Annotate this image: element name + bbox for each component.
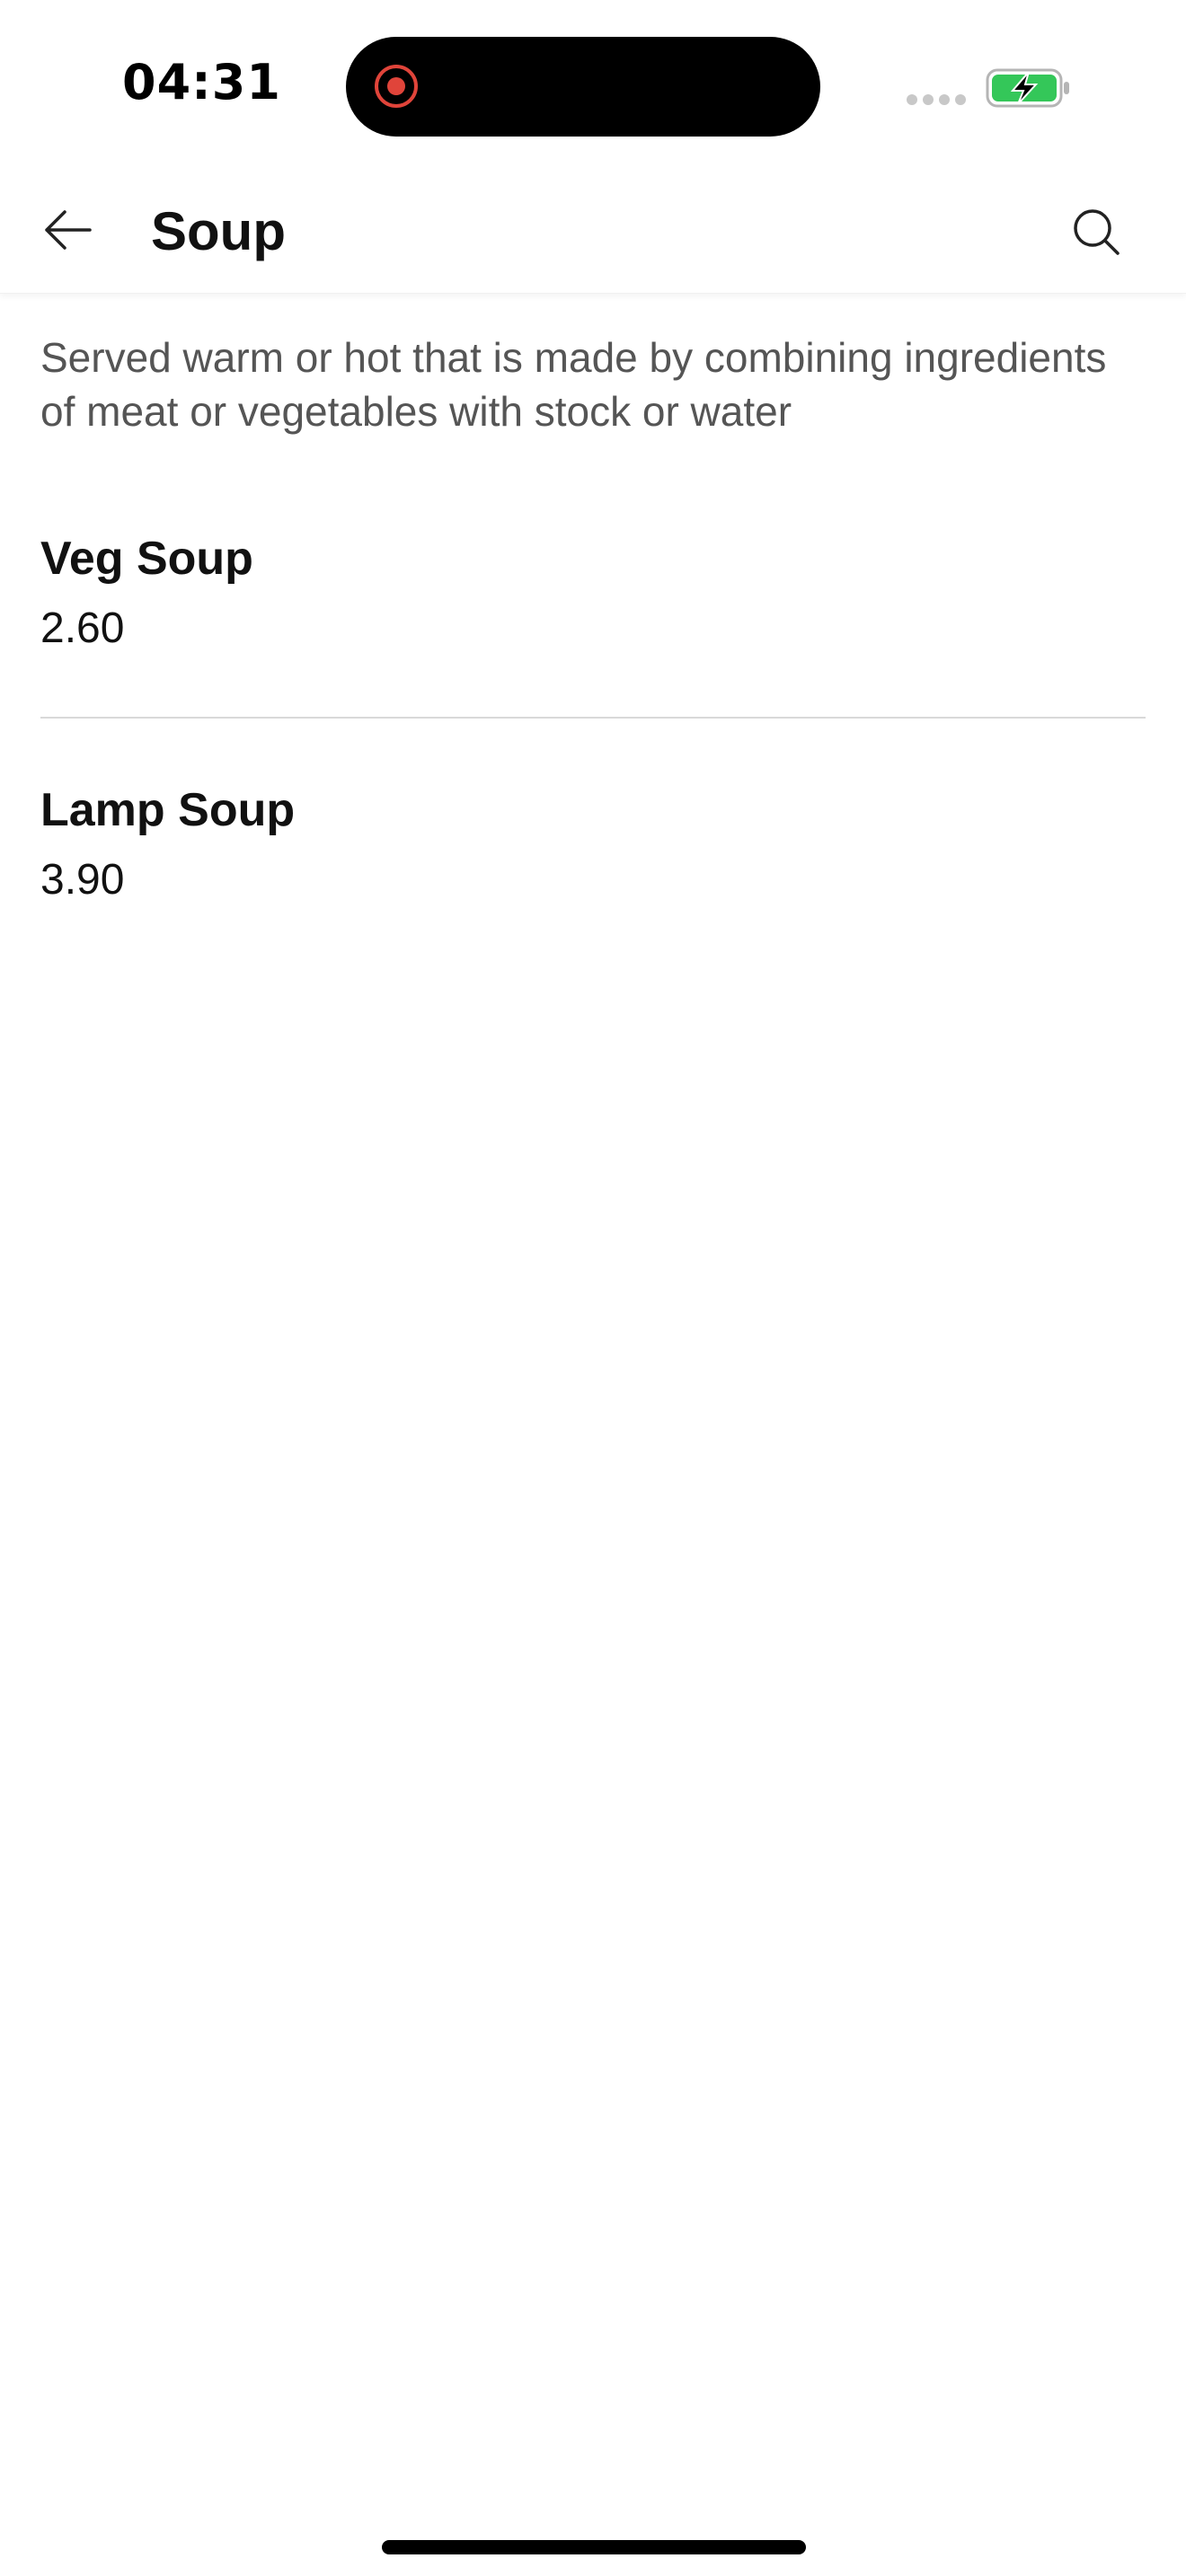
battery-charging-icon (986, 68, 1072, 108)
menu-item-veg-soup[interactable]: Veg Soup 2.60 (40, 503, 1146, 719)
back-button[interactable] (32, 199, 104, 264)
item-name: Veg Soup (40, 533, 253, 585)
app-header: Soup (0, 171, 1186, 294)
arrow-left-icon (41, 208, 95, 256)
category-description: Served warm or hot that is made by combi… (40, 334, 1107, 435)
page-title: Soup (151, 201, 286, 261)
item-price: 3.90 (40, 856, 125, 904)
cellular-signal-icon (906, 93, 969, 106)
menu-items-list: Veg Soup 2.60 Lamp Soup 3.90 (40, 503, 1146, 970)
dynamic-island (346, 37, 820, 137)
status-time: 04:31 (122, 54, 281, 110)
item-name: Lamp Soup (40, 784, 296, 836)
menu-item-lamp-soup[interactable]: Lamp Soup 3.90 (40, 754, 1146, 970)
recording-indicator-icon (373, 63, 420, 110)
status-bar: 04:31 (0, 0, 1186, 171)
item-divider (40, 717, 1146, 719)
search-icon (1071, 207, 1121, 261)
item-price: 2.60 (40, 604, 125, 652)
home-indicator[interactable] (382, 2540, 806, 2554)
search-button[interactable] (1060, 198, 1132, 269)
